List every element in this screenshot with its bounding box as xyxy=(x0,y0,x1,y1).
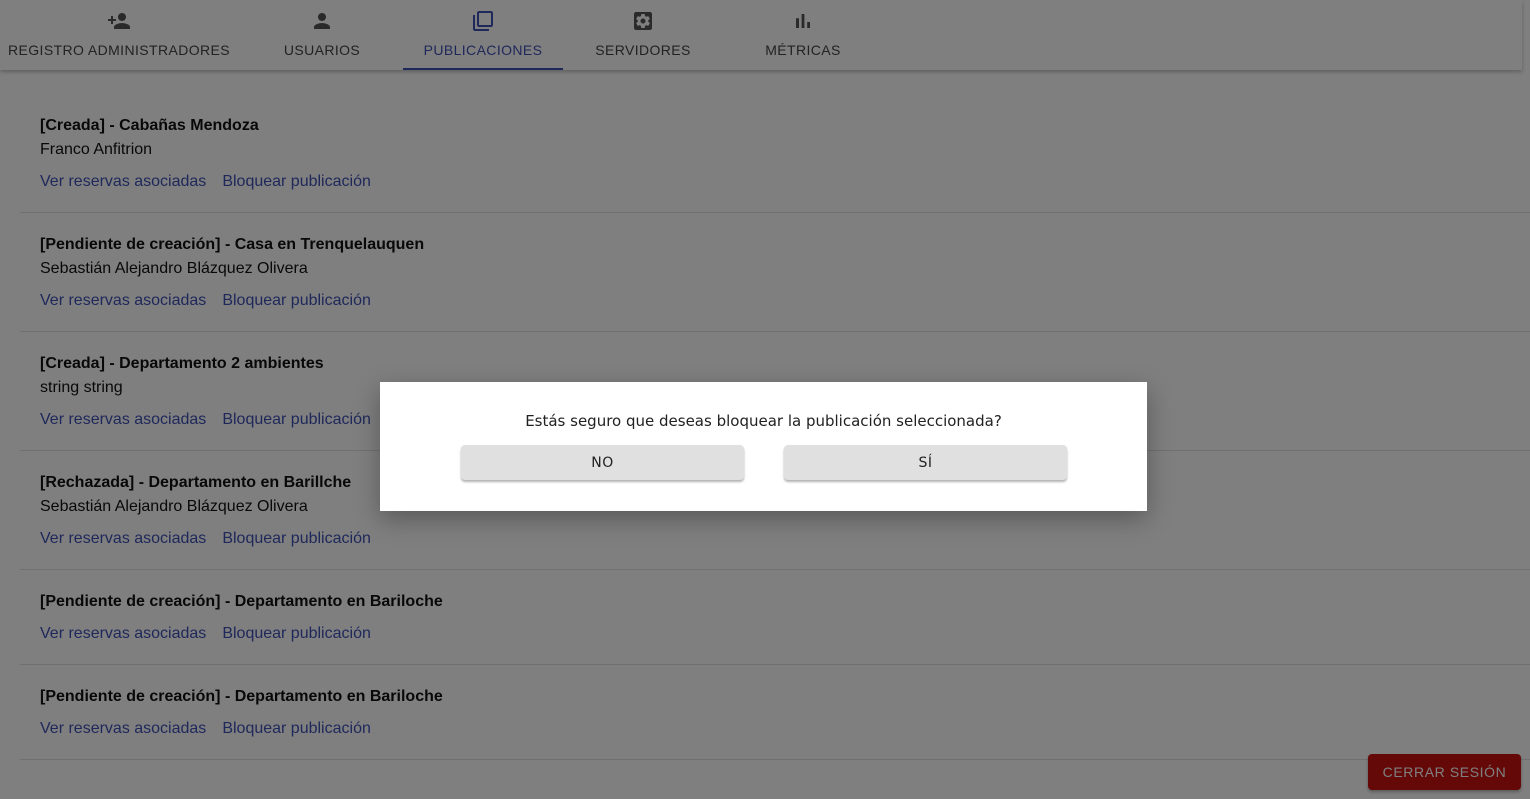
confirm-button[interactable]: SÍ xyxy=(784,445,1067,480)
dialog-message: Estás seguro que deseas bloquear la publ… xyxy=(525,412,1002,430)
cancel-button[interactable]: NO xyxy=(461,445,744,480)
admin-app: REGISTRO ADMINISTRADORES USUARIOS PUBLIC… xyxy=(0,0,1530,799)
confirm-block-dialog: Estás seguro que deseas bloquear la publ… xyxy=(380,382,1147,511)
